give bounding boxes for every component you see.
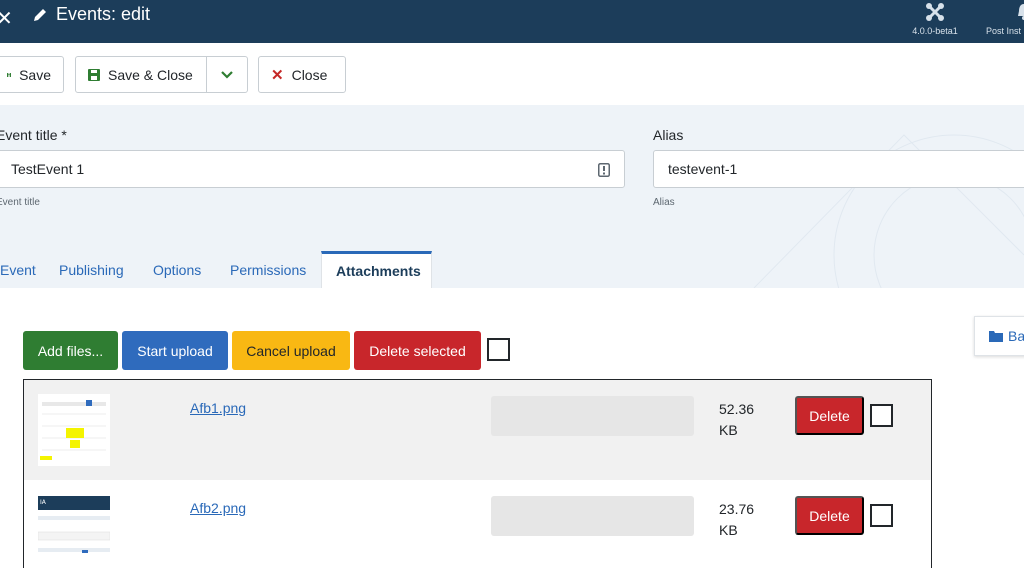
file-size-value: 52.36 [719, 401, 755, 417]
svg-text:IA: IA [40, 499, 47, 506]
form-panel: Event title * TestEvent 1 Event title Al… [0, 105, 1024, 288]
chevron-down-icon [221, 70, 233, 79]
file-name-link[interactable]: Afb1.png [190, 400, 246, 416]
save-label: Save [19, 66, 51, 83]
tab-event-label: Event [0, 261, 36, 278]
tab-permissions-label: Permissions [230, 261, 307, 278]
pencil-icon [34, 8, 46, 21]
alias-value: testevent-1 [668, 161, 738, 177]
add-files-button[interactable]: Add files... [23, 331, 118, 370]
file-size-unit: KB [719, 522, 738, 538]
close-icon: ✕ [271, 66, 284, 84]
delete-file-button[interactable]: Delete [795, 496, 864, 535]
file-name-link[interactable]: Afb2.png [190, 500, 246, 516]
file-size-unit: KB [719, 422, 738, 438]
save-options-dropdown[interactable] [206, 56, 248, 93]
version-indicator[interactable]: 4.0.0-beta1 [906, 2, 964, 36]
tab-attachments[interactable]: Attachments [321, 251, 432, 288]
file-list: Afb1.png 52.36 KB Delete IA Afb2.png 23.… [23, 379, 932, 568]
tab-event[interactable]: Event [0, 251, 50, 288]
joomla-menu-icon[interactable]: ✕ [0, 6, 13, 31]
save-close-button[interactable]: Save & Close [75, 56, 207, 93]
post-installation-link[interactable]: Post Inst [986, 2, 1024, 36]
close-button[interactable]: ✕ Close [258, 56, 346, 93]
save-close-label: Save & Close [108, 66, 193, 83]
tab-options-label: Options [153, 261, 202, 278]
alias-input[interactable]: testevent-1 [653, 150, 1024, 188]
event-title-value: TestEvent 1 [11, 161, 85, 177]
save-icon [88, 68, 100, 81]
select-all-checkbox[interactable] [487, 338, 510, 361]
bell-icon [1018, 4, 1024, 20]
post-install-text: Post Inst [986, 26, 1022, 36]
tab-publishing[interactable]: Publishing [45, 251, 138, 288]
event-title-hint: Event title [0, 197, 40, 208]
page-title-text: Events: edit [56, 4, 151, 24]
alias-label: Alias [653, 127, 684, 143]
file-select-checkbox[interactable] [870, 404, 893, 427]
upload-progress-bar [491, 396, 694, 436]
tab-publishing-label: Publishing [59, 261, 124, 278]
file-size-value: 23.76 [719, 501, 755, 517]
save-button[interactable]: Save [0, 56, 64, 93]
file-size: 52.36 KB [719, 399, 769, 441]
file-thumbnail: IA [38, 494, 110, 566]
delete-selected-button[interactable]: Delete selected [354, 331, 481, 370]
browse-button[interactable]: Ba [974, 316, 1024, 356]
file-thumbnail [38, 394, 110, 466]
cancel-upload-button[interactable]: Cancel upload [232, 331, 350, 370]
joomla-logo-icon [926, 3, 944, 21]
browse-label: Ba [1008, 328, 1024, 344]
upload-progress-bar [491, 496, 694, 536]
alias-hint: Alias [653, 197, 675, 208]
file-size: 23.76 KB [719, 499, 769, 541]
event-title-input[interactable]: TestEvent 1 [0, 150, 625, 188]
close-label: Close [291, 66, 328, 83]
file-row: Afb1.png 52.36 KB Delete [24, 380, 931, 480]
version-text: 4.0.0-beta1 [912, 26, 958, 36]
folder-icon [989, 331, 1003, 342]
tab-attachments-label: Attachments [336, 263, 421, 279]
file-row: IA Afb2.png 23.76 KB Delete [24, 480, 931, 568]
page-title: Events: edit [32, 4, 150, 25]
save-icon [7, 72, 12, 77]
tab-permissions[interactable]: Permissions [216, 251, 320, 288]
start-upload-button[interactable]: Start upload [122, 331, 228, 370]
field-info-icon [598, 163, 610, 177]
file-select-checkbox[interactable] [870, 504, 893, 527]
event-title-label: Event title * [0, 127, 67, 143]
delete-file-button[interactable]: Delete [795, 396, 864, 435]
tab-options[interactable]: Options [139, 251, 215, 288]
top-header: ✕ Events: edit 4.0.0-beta1 Post Inst [0, 0, 1024, 43]
toolbar: Save Save & Close ✕ Close [0, 43, 1024, 105]
